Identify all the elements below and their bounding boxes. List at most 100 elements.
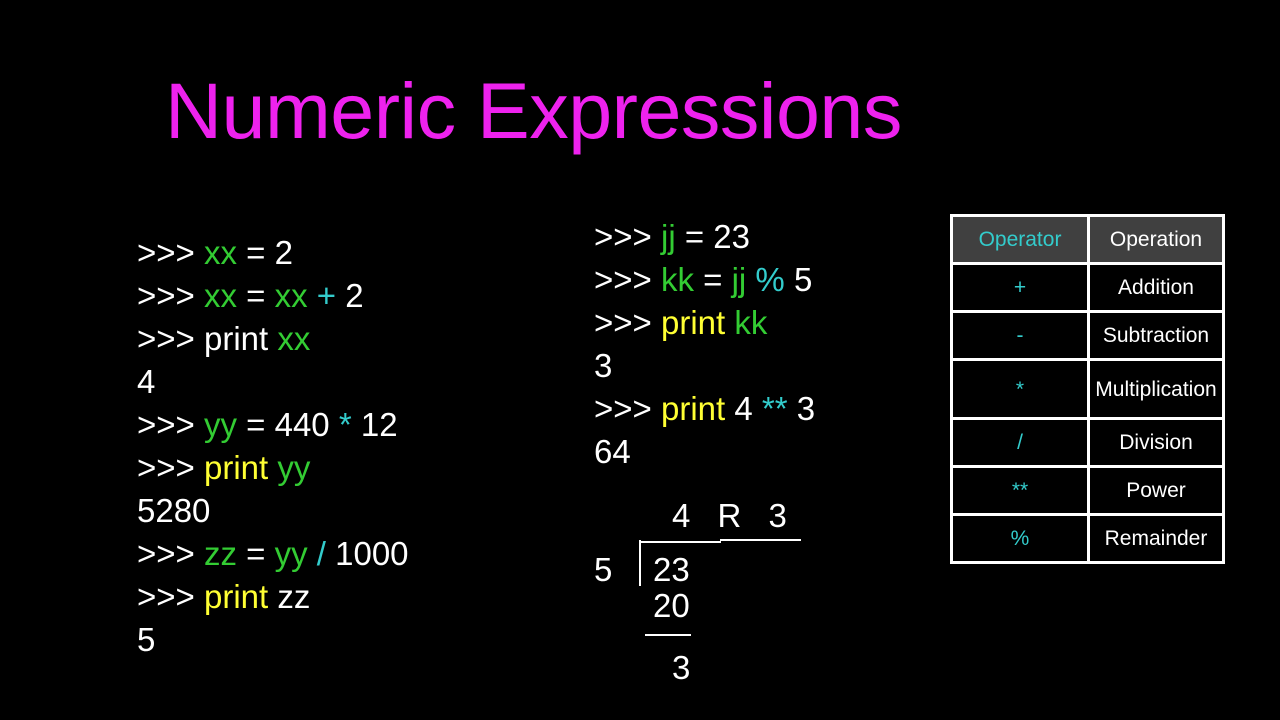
long-division-remainder: 3 (672, 649, 691, 686)
code-token: = 2 (236, 234, 293, 271)
code-line: >>> print kk (594, 301, 815, 344)
code-line: >>> jj = 23 (594, 215, 815, 258)
code-token: ** (761, 390, 788, 427)
code-token: = (236, 277, 275, 314)
code-token: 5 (793, 261, 813, 298)
code-token: xx (203, 277, 237, 314)
operation-cell: Subtraction (1087, 310, 1225, 361)
code-token: % (746, 261, 794, 298)
operation-cell: Addition (1087, 262, 1225, 313)
code-token: * (338, 406, 352, 443)
operator-cell: + (950, 262, 1090, 313)
table-row: % Remainder (950, 513, 1225, 564)
code-token: = 23 (675, 218, 750, 255)
middle-code-block: >>> jj = 23 >>> kk = jj % 5 >>> print kk 3 >… (594, 215, 815, 473)
code-token: = (693, 261, 732, 298)
code-token: kk (734, 304, 768, 341)
code-token: 4 (137, 363, 156, 400)
long-division-bracket-top-left (639, 541, 721, 543)
table-row: / Division (950, 417, 1225, 468)
code-token: >>> (137, 535, 204, 572)
code-token: >>> print (137, 320, 278, 357)
long-division-bracket-side (639, 540, 641, 586)
code-token: = (236, 535, 275, 572)
code-token: print (660, 304, 726, 341)
code-token: kk (660, 261, 694, 298)
header-operation: Operation (1087, 214, 1225, 265)
table-row: + Addition (950, 262, 1225, 313)
table-row: ** Power (950, 465, 1225, 516)
code-token: 5280 (137, 492, 211, 529)
code-token: 4 (725, 390, 762, 427)
code-token: 2 (345, 277, 364, 314)
code-token: jj (731, 261, 747, 298)
code-token: zz (268, 578, 311, 615)
long-division-bracket-top-right (720, 539, 801, 541)
operator-cell: % (950, 513, 1090, 564)
code-line: 4 (137, 360, 409, 403)
code-token: xx (277, 320, 311, 357)
code-line: >>> xx = 2 (137, 231, 409, 274)
code-line: >>> print zz (137, 575, 409, 618)
code-token: print (203, 578, 269, 615)
code-token: >>> (594, 218, 661, 255)
code-token: 1000 (335, 535, 409, 572)
code-line: >>> print yy (137, 446, 409, 489)
code-token: 3 (594, 347, 613, 384)
code-token: yy (203, 406, 237, 443)
operator-cell: ** (950, 465, 1090, 516)
long-division-dividend: 23 (653, 551, 690, 588)
code-token: >>> (594, 390, 661, 427)
long-division-subtraction-line (645, 634, 691, 636)
code-line: >>> yy = 440 * 12 (137, 403, 409, 446)
header-operator: Operator (950, 214, 1090, 265)
code-line: >>> print xx (137, 317, 409, 360)
operator-cell: * (950, 358, 1090, 420)
code-token: 12 (351, 406, 398, 443)
code-token: print (203, 449, 269, 486)
code-token: xx (274, 277, 308, 314)
code-token: yy (277, 449, 311, 486)
code-token: >>> (137, 578, 204, 615)
code-token: 5 (137, 621, 156, 658)
operator-cell: / (950, 417, 1090, 468)
code-line: 3 (594, 344, 815, 387)
operator-cell: - (950, 310, 1090, 361)
code-line: >>> print 4 ** 3 (594, 387, 815, 430)
code-token: zz (203, 535, 237, 572)
code-token: / (307, 535, 336, 572)
operator-table: Operator Operation + Addition - Subtract… (950, 214, 1225, 564)
code-line: >>> zz = yy / 1000 (137, 532, 409, 575)
code-token: >>> (137, 277, 204, 314)
code-line: 64 (594, 430, 815, 473)
operation-cell: Division (1087, 417, 1225, 468)
long-division-quotient: 4 R 3 (672, 497, 796, 534)
operation-cell: Remainder (1087, 513, 1225, 564)
operation-cell: Multiplication (1087, 358, 1225, 420)
code-token: >>> (594, 304, 661, 341)
operator-table-header: Operator Operation (950, 214, 1225, 265)
left-code-block: >>> xx = 2 >>> xx = xx + 2 >>> print xx 4 >>… (137, 231, 409, 661)
code-token: >>> (594, 261, 661, 298)
code-token: + (307, 277, 346, 314)
code-line: >>> xx = xx + 2 (137, 274, 409, 317)
code-token: >>> (137, 234, 204, 271)
table-row: * Multiplication (950, 358, 1225, 420)
long-division-divisor: 5 (594, 551, 613, 588)
code-line: >>> kk = jj % 5 (594, 258, 815, 301)
code-token: 3 (787, 390, 816, 427)
long-division-subtrahend: 20 (653, 587, 690, 624)
code-token: >>> (137, 449, 204, 486)
code-token: jj (660, 218, 676, 255)
code-line: 5280 (137, 489, 409, 532)
code-token: yy (274, 535, 308, 572)
code-token: print (660, 390, 726, 427)
code-token: = 440 (236, 406, 339, 443)
code-token: >>> (137, 406, 204, 443)
code-token: 64 (594, 433, 631, 470)
code-token: xx (203, 234, 237, 271)
operation-cell: Power (1087, 465, 1225, 516)
table-row: - Subtraction (950, 310, 1225, 361)
